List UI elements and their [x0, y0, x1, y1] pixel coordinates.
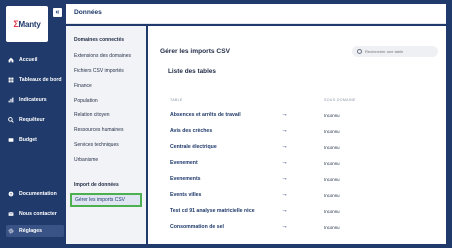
sidebar-item-label: Réglages [19, 228, 43, 234]
arrow-right-icon[interactable]: → [281, 191, 288, 198]
sidebar-item-budget[interactable]: Budget [8, 134, 37, 146]
sidebar-item-label: Budget [19, 137, 37, 143]
submenu-item[interactable]: Extensions des domaines [74, 53, 131, 59]
table-row[interactable]: Consommation de sel → Inconnu [170, 223, 440, 236]
sidebar-item-label: Accueil [19, 57, 38, 63]
table-name[interactable]: Test cd 91 analyse matricielle réce [170, 208, 255, 214]
column-header-domain: SOUS-DOMAINE [324, 98, 356, 102]
submenu-item[interactable]: Population [74, 98, 98, 104]
row-subdomain: Inconnu [324, 225, 340, 230]
sidebar-item-label: Documentation [19, 191, 57, 197]
submenu-item[interactable]: Relation citoyen [74, 112, 110, 118]
logo[interactable]: ΣManty [6, 6, 48, 42]
table-row[interactable]: Evenements → Inconnu [170, 175, 440, 188]
budget-icon [8, 138, 14, 142]
table-row[interactable]: Test cd 91 analyse matricielle réce → In… [170, 207, 440, 220]
column-header-table: TABLE [170, 98, 183, 102]
dashboard-icon [8, 77, 14, 83]
app-frame: ΣManty « Accueil Tableaux de bord Indica… [0, 0, 452, 248]
sidebar-item-label: Requêteur [19, 117, 45, 123]
sidebar-item-label: Nous contacter [19, 211, 57, 217]
table-name[interactable]: Avis des crèches [170, 128, 212, 134]
table-row[interactable]: Avis des crèches → Inconnu [170, 127, 440, 140]
logo-text: ΣManty [13, 19, 41, 29]
sidebar-item-indicateurs[interactable]: Indicateurs [8, 94, 47, 106]
main-content: Gérer les imports CSV Liste des tables T… [148, 26, 446, 244]
sidebar-item-requeteur[interactable]: Requêteur [8, 114, 45, 126]
submenu-item[interactable]: Finance [74, 83, 92, 89]
sidebar-item-contact[interactable]: Nous contacter [8, 208, 57, 220]
table-name[interactable]: Evenement [170, 160, 198, 166]
help-icon: ? [8, 191, 14, 197]
sidebar-item-label: Tableaux de bord [19, 77, 62, 83]
table-row[interactable]: Evenement → Inconnu [170, 159, 440, 172]
row-subdomain: Inconnu [324, 113, 340, 118]
page-title: Données [74, 9, 102, 16]
search-input[interactable] [365, 49, 435, 54]
table-name[interactable]: Consommation de sel [170, 224, 224, 230]
row-subdomain: Inconnu [324, 129, 340, 134]
arrow-right-icon[interactable]: → [281, 159, 288, 166]
home-icon [8, 57, 14, 63]
row-subdomain: Inconnu [324, 145, 340, 150]
gear-icon [8, 228, 14, 234]
mail-icon [8, 212, 14, 216]
data-submenu: Domaines connectés Extensions des domain… [66, 26, 146, 244]
arrow-right-icon[interactable]: → [281, 223, 288, 230]
main-title: Gérer les imports CSV [160, 48, 230, 55]
sidebar-item-reglages[interactable]: Réglages [6, 225, 64, 237]
row-subdomain: Inconnu [324, 193, 340, 198]
arrow-right-icon[interactable]: → [281, 207, 288, 214]
submenu-item[interactable]: Services techniques [74, 142, 119, 148]
table-name[interactable]: Centrale électrique [170, 144, 217, 150]
sidebar: ΣManty « Accueil Tableaux de bord Indica… [4, 4, 66, 244]
sidebar-item-label: Indicateurs [19, 97, 47, 103]
search-icon [357, 49, 362, 54]
submenu-item-selected[interactable]: Gérer les imports CSV [70, 193, 142, 207]
arrow-right-icon[interactable]: → [281, 127, 288, 134]
sidebar-item-documentation[interactable]: ? Documentation [8, 188, 57, 200]
arrow-right-icon[interactable]: → [281, 175, 288, 182]
sidebar-item-tableaux[interactable]: Tableaux de bord [8, 74, 62, 86]
svg-text:?: ? [10, 193, 12, 197]
submenu-item[interactable]: Urbanisme [74, 157, 98, 163]
table-row[interactable]: Absences et arrêts de travail → Inconnu [170, 111, 440, 124]
submenu-section-title: Domaines connectés [74, 37, 125, 43]
arrow-right-icon[interactable]: → [281, 111, 288, 118]
table-name[interactable]: Absences et arrêts de travail [170, 112, 241, 118]
submenu-item[interactable]: Fichiers CSV importés [74, 68, 124, 74]
collapse-sidebar-button[interactable]: « [53, 8, 62, 17]
top-header: Données [66, 4, 446, 24]
row-subdomain: Inconnu [324, 209, 340, 214]
table-name[interactable]: Evenements [170, 176, 201, 182]
table-row[interactable]: Events villes → Inconnu [170, 191, 440, 204]
submenu-item[interactable]: Ressources humaines [74, 127, 123, 133]
table-name[interactable]: Events villes [170, 192, 201, 198]
query-icon [8, 117, 14, 123]
list-title: Liste des tables [168, 68, 216, 75]
submenu-section-title: Import de données [74, 182, 119, 188]
row-subdomain: Inconnu [324, 161, 340, 166]
arrow-right-icon[interactable]: → [281, 143, 288, 150]
table-row[interactable]: Centrale électrique → Inconnu [170, 143, 440, 156]
chart-icon [8, 97, 14, 103]
search-box[interactable] [352, 46, 438, 57]
sidebar-item-accueil[interactable]: Accueil [8, 54, 37, 66]
row-subdomain: Inconnu [324, 177, 340, 182]
